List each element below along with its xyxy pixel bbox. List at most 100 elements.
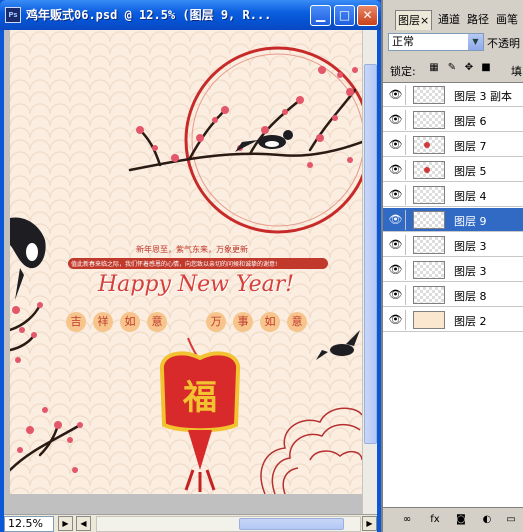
- layers-panel-footer: ∞ fx ◙ ◐ ▭: [383, 507, 523, 532]
- blend-mode-value: 正常: [392, 35, 414, 48]
- seal-char: 吉: [66, 312, 86, 332]
- seal-char: 如: [120, 312, 140, 332]
- status-menu-button[interactable]: ▶: [58, 516, 73, 531]
- layer-row[interactable]: 👁 图层 5: [383, 158, 523, 182]
- document-vertical-scrollbar[interactable]: [362, 30, 377, 514]
- layers-list: 👁 图层 3 副本 👁 图层 6 👁 图层 7 👁 图层 5 👁 图层 4 👁 …: [383, 82, 523, 507]
- zoom-level-field[interactable]: 12.5%: [4, 516, 54, 532]
- chevron-down-icon: ▼: [468, 34, 483, 50]
- seal-char: 事: [233, 312, 253, 332]
- happy-new-year-text: Happy New Year!: [98, 272, 295, 297]
- eye-icon[interactable]: 👁: [386, 135, 406, 155]
- arrow-left-icon: ◀: [80, 519, 87, 528]
- blend-mode-select[interactable]: 正常 ▼: [388, 33, 484, 51]
- layers-panel: 图层× 通道 路径 画笔 正常 ▼ 不透明 锁定: ▦ ✎ ✥ ■ 填 👁 图层…: [381, 0, 523, 532]
- eye-icon[interactable]: 👁: [386, 185, 406, 205]
- tab-label: 图层: [398, 14, 420, 27]
- eye-icon[interactable]: 👁: [386, 110, 406, 130]
- eye-icon[interactable]: 👁: [386, 310, 406, 330]
- layer-name: 图层 3 副本: [454, 90, 512, 103]
- maximize-button[interactable]: □: [334, 5, 355, 26]
- document-statusbar: 12.5% ▶ ◀ ▶: [4, 514, 377, 532]
- opacity-label: 不透明: [487, 37, 520, 50]
- eye-icon[interactable]: 👁: [386, 85, 406, 105]
- layer-row[interactable]: 👁 图层 6: [383, 108, 523, 132]
- seal-char: 如: [260, 312, 280, 332]
- document-horizontal-scrollbar[interactable]: [96, 516, 361, 532]
- lock-transparency-icon[interactable]: ▦: [427, 61, 441, 75]
- close-button[interactable]: ✕: [357, 5, 378, 26]
- layer-mask-icon[interactable]: ◙: [453, 513, 469, 527]
- layer-style-icon[interactable]: fx: [427, 513, 443, 527]
- document-titlebar[interactable]: Ps 鸡年贩式06.psd @ 12.5% (图层 9, R... ▁ □ ✕: [0, 0, 381, 30]
- layer-thumbnail: [413, 111, 445, 129]
- scroll-thumb[interactable]: [364, 64, 377, 444]
- layer-thumbnail: [413, 86, 445, 104]
- layer-row[interactable]: 👁 图层 3 副本: [383, 83, 523, 107]
- layer-name: 图层 3: [454, 265, 487, 278]
- eye-icon[interactable]: 👁: [386, 235, 406, 255]
- eye-icon[interactable]: 👁: [386, 160, 406, 180]
- tab-brushes[interactable]: 画笔: [494, 10, 520, 30]
- maximize-icon: □: [338, 8, 351, 22]
- magpie-left: [10, 217, 46, 300]
- seal-char: 意: [147, 312, 167, 332]
- layer-name: 图层 9: [454, 215, 487, 228]
- eye-icon[interactable]: 👁: [386, 285, 406, 305]
- scroll-right-button[interactable]: ▶: [362, 516, 377, 531]
- scroll-thumb[interactable]: [239, 518, 344, 530]
- thumbnail-dot: [424, 142, 430, 148]
- layer-name: 图层 7: [454, 140, 487, 153]
- layer-thumbnail: [413, 161, 445, 179]
- layer-thumbnail: [413, 211, 445, 229]
- layer-row[interactable]: 👁 图层 7: [383, 133, 523, 157]
- layer-thumbnail: [413, 286, 445, 304]
- layer-name: 图层 2: [454, 315, 487, 328]
- new-group-icon[interactable]: ▭: [503, 513, 519, 527]
- layer-row[interactable]: 👁 图层 2: [383, 308, 523, 332]
- layer-row[interactable]: 👁 图层 3: [383, 258, 523, 282]
- layer-name: 图层 8: [454, 290, 487, 303]
- play-icon: ▶: [62, 519, 69, 528]
- tab-layers[interactable]: 图层×: [395, 10, 433, 30]
- tab-close-icon[interactable]: ×: [420, 14, 429, 27]
- eye-icon[interactable]: 👁: [386, 260, 406, 280]
- link-layers-icon[interactable]: ∞: [399, 513, 415, 527]
- layer-thumbnail: [413, 136, 445, 154]
- arrow-right-icon: ▶: [366, 519, 373, 528]
- lock-move-icon[interactable]: ✥: [462, 61, 476, 75]
- lock-brush-icon[interactable]: ✎: [445, 61, 459, 75]
- seal-char: 意: [287, 312, 307, 332]
- seal-group-right: 万 事 如 意: [206, 312, 336, 334]
- seal-char: 万: [206, 312, 226, 332]
- minimize-button[interactable]: ▁: [310, 5, 331, 26]
- adjustment-layer-icon[interactable]: ◐: [479, 513, 495, 527]
- panel-tabs: 图层× 通道 路径 画笔: [383, 10, 523, 30]
- photoshop-icon: Ps: [5, 7, 21, 23]
- layer-row[interactable]: 👁 图层 8: [383, 283, 523, 307]
- document-title: 鸡年贩式06.psd @ 12.5% (图层 9, R...: [26, 8, 272, 22]
- plum-branch-top: [128, 88, 362, 172]
- tab-channels[interactable]: 通道: [436, 10, 462, 30]
- thumbnail-dot: [424, 167, 430, 173]
- artwork-canvas[interactable]: 新年恩至，紫气东来，万象更新 值此新春来临之际，我们怀着感恩的心情，向您致以亲切…: [10, 30, 362, 494]
- eye-icon[interactable]: 👁: [386, 210, 406, 230]
- scroll-left-button[interactable]: ◀: [76, 516, 91, 531]
- greeting-line-2: 值此新春来临之际，我们怀着感恩的心情，向您致以亲切的问候和诚挚的谢意!: [68, 258, 328, 269]
- seal-char: 祥: [93, 312, 113, 332]
- lock-all-icon[interactable]: ■: [479, 61, 493, 75]
- plum-blossoms-left: [12, 302, 43, 363]
- canvas-area[interactable]: 新年恩至，紫气东来，万象更新 值此新春来临之际，我们怀着感恩的心情，向您致以亲切…: [4, 30, 377, 514]
- layer-row[interactable]: 👁 图层 4: [383, 183, 523, 207]
- tab-paths[interactable]: 路径: [465, 10, 491, 30]
- layer-thumbnail: [413, 186, 445, 204]
- minimize-icon: ▁: [315, 8, 326, 22]
- layer-row-selected[interactable]: 👁 图层 9: [383, 208, 523, 232]
- lock-label: 锁定:: [390, 65, 416, 78]
- layer-thumbnail: [413, 236, 445, 254]
- fu-character: 福: [183, 378, 217, 418]
- layer-thumbnail: [413, 311, 445, 329]
- layer-row[interactable]: 👁 图层 3: [383, 233, 523, 257]
- close-icon: ✕: [362, 8, 373, 22]
- fill-label: 填: [511, 65, 522, 78]
